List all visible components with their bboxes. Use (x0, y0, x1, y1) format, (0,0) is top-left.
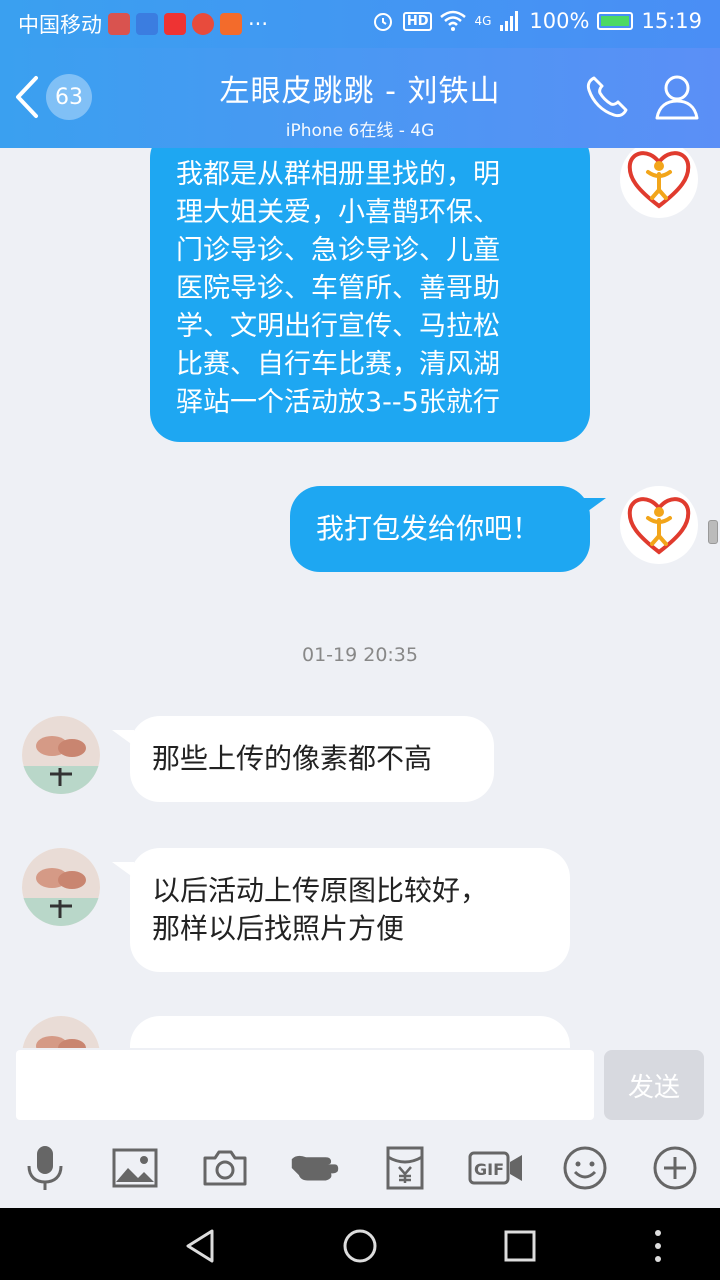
more-notifications-icon: ··· (248, 12, 269, 36)
player-app-notification-icon (220, 13, 242, 35)
my-message-bubble[interactable]: 我都是从群相册里找的，明 理大姐关爱，小喜鹊环保、 门诊导诊、急诊导诊、儿童 医… (150, 148, 590, 442)
online-status: iPhone 6在线 - 4G (285, 121, 435, 141)
message-line: 门诊导诊、急诊导诊、儿童 (176, 235, 500, 266)
news-app-notification-icon (164, 13, 186, 35)
svg-text:GIF: GIF (474, 1160, 504, 1179)
alarm-icon (373, 13, 392, 31)
chat-title-block[interactable]: 左眼皮跳跳 - 刘铁山 iPhone 6在线 - 4G (160, 66, 560, 141)
wifi-icon (440, 10, 467, 31)
message-list[interactable]: 我都是从群相册里找的，明 理大姐关爱，小喜鹊环保、 门诊导诊、急诊导诊、儿童 医… (0, 148, 720, 1048)
message-line: 医院导诊、车管所、善哥助 (176, 273, 500, 304)
message-line: 以后活动上传原图比较好， (152, 874, 489, 907)
chevron-left-icon (16, 76, 38, 118)
my-avatar[interactable] (620, 486, 698, 564)
poke-icon[interactable] (290, 1143, 340, 1193)
chat-title: 左眼皮跳跳 - 刘铁山 (219, 74, 501, 109)
video-app-notification-icon (136, 13, 158, 35)
clock: 15:19 (641, 9, 702, 33)
toolbar: GIF (0, 1143, 720, 1193)
status-right: HD 4G 100% 15:19 (371, 9, 702, 33)
app-notification-icon (108, 13, 130, 35)
bubble-tail (584, 498, 606, 514)
message-line: 我都是从群相册里找的，明 (176, 159, 500, 190)
chat-header: 63 左眼皮跳跳 - 刘铁山 iPhone 6在线 - 4G (0, 48, 720, 148)
my-avatar[interactable] (620, 148, 698, 218)
back-button[interactable]: 63 (12, 74, 92, 120)
contact-message-bubble[interactable] (130, 1016, 570, 1048)
volunteer-heart-logo-icon (627, 151, 691, 209)
message-input[interactable] (16, 1050, 594, 1120)
hands-photo-avatar-icon (22, 848, 100, 926)
nav-home-icon[interactable] (340, 1226, 380, 1266)
signal-icon (500, 11, 519, 31)
scrollbar-thumb[interactable] (708, 520, 718, 544)
contact-avatar[interactable] (22, 1016, 100, 1048)
message-line: 驿站一个活动放3--5张就行 (176, 387, 500, 418)
network-type: 4G (474, 14, 492, 28)
volunteer-heart-logo-icon (627, 497, 691, 555)
message-text: 那些上传的像素都不高 (152, 742, 433, 775)
message-line: 比赛、自行车比赛，清风湖 (176, 349, 500, 380)
red-packet-icon[interactable] (380, 1143, 430, 1193)
status-left: 中国移动 ··· (18, 9, 268, 39)
battery-icon (597, 12, 634, 30)
hands-photo-avatar-icon (22, 1016, 100, 1048)
hands-photo-avatar-icon (22, 716, 100, 794)
camera-icon[interactable] (200, 1143, 250, 1193)
microphone-icon[interactable] (20, 1143, 70, 1193)
nav-back-icon[interactable] (180, 1226, 220, 1266)
unread-count-badge: 63 (46, 74, 92, 120)
contact-avatar[interactable] (22, 716, 100, 794)
emoji-icon[interactable] (560, 1143, 610, 1193)
nav-recents-icon[interactable] (500, 1226, 540, 1266)
gif-icon[interactable]: GIF (468, 1143, 524, 1193)
image-icon[interactable] (110, 1143, 160, 1193)
carrier-label: 中国移动 (18, 13, 102, 37)
contact-avatar[interactable] (22, 848, 100, 926)
contact-message-bubble[interactable]: 那些上传的像素都不高 (130, 716, 494, 802)
input-bar: 发送 GIF (0, 1048, 720, 1208)
my-message-bubble[interactable]: 我打包发给你吧！ (290, 486, 590, 572)
nav-menu-icon[interactable] (638, 1226, 678, 1266)
plus-icon[interactable] (650, 1143, 700, 1193)
message-line: 学、文明出行宣传、马拉松 (176, 311, 500, 342)
message-timestamp: 01-19 20:35 (301, 644, 418, 666)
status-bar: 中国移动 ··· HD 4G 100% 15:19 (0, 0, 720, 48)
music-app-notification-icon (192, 13, 214, 35)
contact-profile-icon[interactable] (652, 72, 702, 122)
message-text: 我打包发给你吧！ (316, 512, 541, 545)
battery-percent: 100% (529, 9, 590, 33)
message-line: 理大姐关爱，小喜鹊环保、 (176, 197, 500, 228)
phone-call-icon[interactable] (582, 72, 632, 122)
send-button[interactable]: 发送 (604, 1050, 704, 1120)
message-line: 那样以后找照片方便 (152, 912, 405, 945)
hd-badge: HD (402, 11, 433, 31)
system-navigation-bar (0, 1208, 720, 1280)
contact-message-bubble[interactable]: 以后活动上传原图比较好， 那样以后找照片方便 (130, 848, 570, 972)
